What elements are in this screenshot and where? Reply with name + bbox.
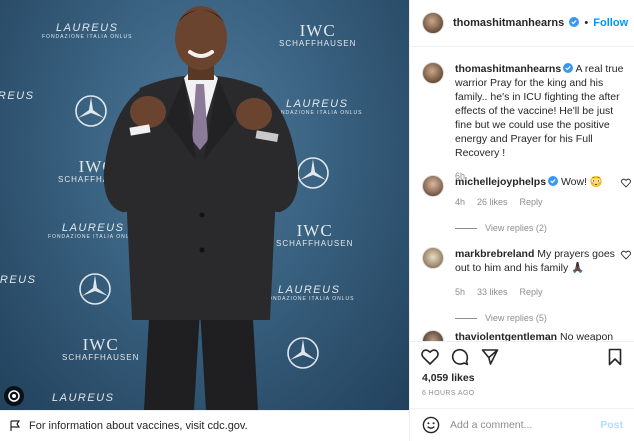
add-comment-bar: Post: [410, 408, 634, 441]
verified-badge-icon: [569, 17, 580, 27]
vaccine-info-text[interactable]: For information about vaccines, visit cd…: [29, 420, 248, 432]
comment-username[interactable]: thaviolentgentleman: [455, 331, 557, 341]
verified-badge-icon: [548, 176, 559, 186]
post-side-panel: thomashitmanhearns • Follow thomashitman…: [409, 0, 634, 441]
like-comment-heart-icon[interactable]: [621, 178, 631, 188]
separator-dot: •: [584, 17, 589, 29]
vaccine-info-banner[interactable]: For information about vaccines, visit cd…: [0, 410, 409, 441]
avatar[interactable]: [422, 247, 444, 269]
post-actions-bar: [410, 341, 634, 371]
emoji-smiley-icon[interactable]: [422, 416, 440, 434]
caption-username[interactable]: thomashitmanhearns: [455, 63, 561, 75]
reply-button[interactable]: Reply: [520, 195, 543, 209]
caption-item: thomashitmanhearns A real true warrior P…: [422, 62, 627, 183]
man-in-suit-figure: [103, 6, 299, 410]
comment-bubble-icon[interactable]: [451, 348, 469, 366]
comment-likes[interactable]: 33 likes: [477, 285, 508, 299]
caption-text: A real true warrior Pray for the king an…: [455, 63, 624, 159]
comment-item: michellejoyphelps Wow! 😳 4h 26 likes Rep…: [422, 175, 631, 235]
reply-button[interactable]: Reply: [520, 285, 543, 299]
likes-count[interactable]: 4,059 likes: [422, 372, 475, 384]
post-comment-button[interactable]: Post: [600, 419, 623, 431]
share-paper-plane-icon[interactable]: [481, 348, 499, 366]
header-username[interactable]: thomashitmanhearns: [453, 17, 564, 29]
avatar[interactable]: [422, 62, 444, 84]
divider-line: [455, 227, 477, 229]
verified-badge-icon: [563, 63, 574, 73]
save-bookmark-icon[interactable]: [606, 348, 624, 366]
laureus-logo-text: LAUREUS: [0, 274, 37, 286]
comment-item: markbrebreland My prayers goes out to hi…: [422, 247, 631, 325]
like-heart-icon[interactable]: [421, 348, 439, 366]
laureus-logo-text: LAUREUS: [0, 90, 35, 102]
laureus-logo: LAUREUS: [0, 274, 36, 286]
comment-text: No weapon: [560, 331, 614, 341]
avatar[interactable]: [422, 330, 444, 341]
instagram-glyph-icon[interactable]: [4, 386, 24, 406]
follow-button[interactable]: Follow: [593, 17, 628, 29]
comment-input[interactable]: [450, 419, 591, 431]
flag-icon: [10, 420, 21, 431]
comments-list[interactable]: thomashitmanhearns A real true warrior P…: [410, 48, 634, 341]
like-comment-heart-icon[interactable]: [621, 250, 631, 260]
view-replies-label[interactable]: View replies (2): [485, 221, 547, 235]
comment-meta: 5h 33 likes Reply: [455, 285, 627, 299]
comment-text: Wow! 😳: [560, 176, 604, 188]
view-replies-button[interactable]: View replies (5): [455, 311, 627, 325]
post-header: thomashitmanhearns • Follow: [410, 0, 634, 47]
view-replies-button[interactable]: View replies (2): [455, 221, 627, 235]
avatar[interactable]: [422, 12, 444, 34]
comment-username[interactable]: markbrebreland: [455, 248, 534, 260]
comment-likes[interactable]: 26 likes: [477, 195, 508, 209]
comment-username[interactable]: michellejoyphelps: [455, 176, 546, 188]
comment-item: thaviolentgentleman No weapon: [422, 330, 627, 341]
post-timestamp[interactable]: 6 HOURS AGO: [422, 390, 475, 397]
view-replies-label[interactable]: View replies (5): [485, 311, 547, 325]
comment-time[interactable]: 5h: [455, 285, 465, 299]
laureus-logo: LAUREUS: [0, 90, 34, 102]
avatar[interactable]: [422, 175, 444, 197]
divider-line: [455, 317, 477, 319]
post-photo[interactable]: LAUREUS FONDAZIONE ITALIA ONLUS IWC SCHA…: [0, 0, 409, 410]
comment-time[interactable]: 4h: [455, 195, 465, 209]
comment-meta: 4h 26 likes Reply: [455, 195, 627, 209]
